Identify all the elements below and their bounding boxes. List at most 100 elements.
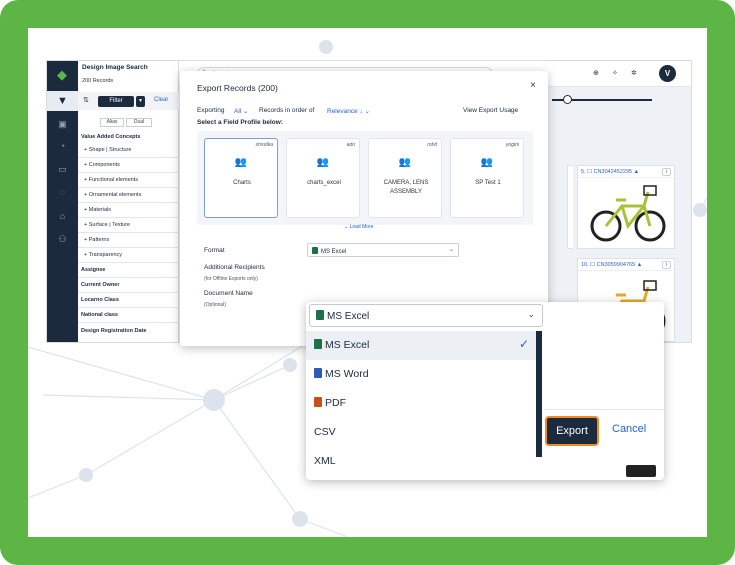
view-export-usage-link[interactable]: View Export Usage xyxy=(463,107,518,114)
format-select[interactable]: MS Excel ⌄ xyxy=(307,243,459,257)
left-rail: ◆ ▼ ▣ ◔ ▭ ◌ ⌂ ⚇ xyxy=(47,61,78,342)
divider xyxy=(78,262,179,263)
divider xyxy=(78,217,179,218)
toolbar-icon-2[interactable]: ✧ xyxy=(612,69,618,77)
card-id[interactable]: 5. ☐ CN3042452295 ▲ xyxy=(578,166,674,178)
profile-card[interactable]: yogini 👥 SP Test 1 xyxy=(450,138,524,218)
sidebar-item[interactable]: Design Registration Date xyxy=(81,328,146,334)
format-options: MS Excel ✓ MS Word PDF CSV XML xyxy=(306,331,536,478)
sidebar-item[interactable]: + Components xyxy=(84,162,120,168)
nav-icon-1[interactable]: ▣ xyxy=(47,119,78,130)
format-label: Format xyxy=(204,247,225,254)
field-profiles: shrutika 👥 Charts ado 👥 charts_excel roh… xyxy=(197,131,533,225)
divider xyxy=(78,172,179,173)
excel-icon xyxy=(314,339,322,349)
sidebar-item[interactable]: + Materials xyxy=(84,207,111,213)
option-label: CSV xyxy=(314,426,336,438)
toolbar-icon-3[interactable]: ✲ xyxy=(631,69,637,77)
filter-button[interactable]: Filter xyxy=(98,96,134,107)
alias-toggle[interactable]: Alias xyxy=(100,118,124,127)
sidebar-item[interactable]: + Patterns xyxy=(84,237,109,243)
records-count: 200 Records xyxy=(82,78,114,84)
dual-toggle[interactable]: Dual xyxy=(126,118,152,127)
modal-title: Export Records (200) xyxy=(197,83,278,93)
sidebar-title: Design Image Search xyxy=(82,64,148,71)
load-more-link[interactable]: ⌄ Load More xyxy=(344,224,373,230)
divider xyxy=(78,157,179,158)
excel-icon xyxy=(312,247,318,254)
sidebar-item[interactable]: + Transparency xyxy=(84,252,122,258)
profile-name: CAMERA, LENS ASSEMBLY xyxy=(383,180,429,195)
order-select[interactable]: Relevance ↓ ⌄ xyxy=(327,107,370,115)
word-icon xyxy=(314,368,322,378)
group-icon: 👥 xyxy=(316,157,330,168)
format-value: MS Excel xyxy=(321,249,347,255)
close-icon[interactable]: × xyxy=(530,80,536,91)
docname-hint: (Optional) xyxy=(204,302,226,308)
green-frame: ◆ ▼ ▣ ◔ ▭ ◌ ⌂ ⚇ Design Image Search 200 … xyxy=(0,0,735,565)
sort-icon[interactable]: ⇅ xyxy=(83,96,89,104)
profile-card[interactable]: rohit 👥 CAMERA, LENS ASSEMBLY xyxy=(368,138,442,218)
option-ms-excel[interactable]: MS Excel ✓ xyxy=(306,331,536,360)
info-icon[interactable]: i xyxy=(662,168,671,176)
result-card[interactable]: 5. ☐ CN3042452295 ▲ i xyxy=(577,165,675,249)
filter-sidebar: Design Image Search 200 Records ⇅ Filter… xyxy=(78,61,179,342)
option-xml[interactable]: XML xyxy=(306,447,536,476)
exporting-select[interactable]: All ⌄ xyxy=(234,107,248,115)
group-icon: 👥 xyxy=(234,157,248,168)
divider xyxy=(78,322,179,323)
selected-format: MS Excel xyxy=(327,311,370,322)
folder-icon[interactable]: ▭ xyxy=(47,164,78,175)
sidebar-item[interactable]: + Ornamental elements xyxy=(84,192,141,198)
excel-icon xyxy=(316,310,324,320)
content-panel: ◆ ▼ ▣ ◔ ▭ ◌ ⌂ ⚇ Design Image Search 200 … xyxy=(28,28,707,537)
format-dropdown-zoom: MS Excel ⌄ MS Excel ✓ MS Word PDF CSV XM… xyxy=(306,302,664,480)
avatar[interactable]: V xyxy=(659,65,676,82)
profile-card[interactable]: ado 👥 charts_excel xyxy=(286,138,360,218)
cancel-button[interactable]: Cancel xyxy=(612,423,646,435)
option-ms-word[interactable]: MS Word xyxy=(306,360,536,389)
option-label: MS Word xyxy=(325,368,369,380)
divider xyxy=(78,187,179,188)
profile-card[interactable]: shrutika 👥 Charts xyxy=(204,138,278,218)
export-button[interactable]: Export xyxy=(545,416,599,446)
sidebar-item[interactable]: Locarno Class xyxy=(81,297,119,303)
option-label: PDF xyxy=(325,397,346,409)
toolbar-icon-1[interactable]: ⊕ xyxy=(593,69,599,77)
profile-prompt: Select a Field Profile below: xyxy=(197,119,283,126)
zoom-slider-knob[interactable] xyxy=(563,95,572,104)
option-pdf[interactable]: PDF xyxy=(306,389,536,418)
chevron-down-icon[interactable]: ▼ xyxy=(136,96,145,107)
docname-label: Document Name xyxy=(204,290,253,297)
format-select-zoomed[interactable]: MS Excel ⌄ xyxy=(309,304,543,327)
sidebar-item[interactable]: + Functional elements xyxy=(84,177,138,183)
filter-nav-icon[interactable]: ▼ xyxy=(47,91,78,111)
sidebar-item[interactable]: + Surface | Texture xyxy=(84,222,130,228)
sidebar-item[interactable]: + Shape | Structure xyxy=(84,147,131,153)
dropdown-scrollbar[interactable] xyxy=(536,331,542,457)
profile-owner: ado xyxy=(346,142,355,148)
logo-icon: ◆ xyxy=(57,67,67,82)
nav-icon-3[interactable]: ◌ xyxy=(47,187,78,197)
card-id[interactable]: 10. ☐ CN3059904765 ▲ xyxy=(578,259,674,271)
sidebar-item[interactable]: Value Added Concepts xyxy=(81,134,140,140)
divider xyxy=(78,307,179,308)
group-icon: 👥 xyxy=(480,157,494,168)
divider xyxy=(78,232,179,233)
users-icon[interactable]: ⚇ xyxy=(47,234,78,245)
sidebar-item[interactable]: Current Owner xyxy=(81,282,120,288)
sidebar-item[interactable]: National class xyxy=(81,312,118,318)
chevron-down-icon: ⌄ xyxy=(527,309,535,319)
option-csv[interactable]: CSV xyxy=(306,418,536,447)
info-icon[interactable]: i xyxy=(662,261,671,269)
option-label: XML xyxy=(314,455,336,467)
bicycle-fragment-image xyxy=(626,465,656,477)
exporting-label: Exporting xyxy=(197,107,225,114)
profile-name: Charts xyxy=(233,180,251,186)
group-icon: 👥 xyxy=(398,157,412,168)
nav-icon-2[interactable]: ◔ xyxy=(47,141,78,151)
clear-link[interactable]: Clear xyxy=(154,97,168,103)
sidebar-item[interactable]: Assignee xyxy=(81,267,105,273)
order-label: Records in order of xyxy=(259,107,315,114)
nav-icon-4[interactable]: ⌂ xyxy=(47,211,78,221)
